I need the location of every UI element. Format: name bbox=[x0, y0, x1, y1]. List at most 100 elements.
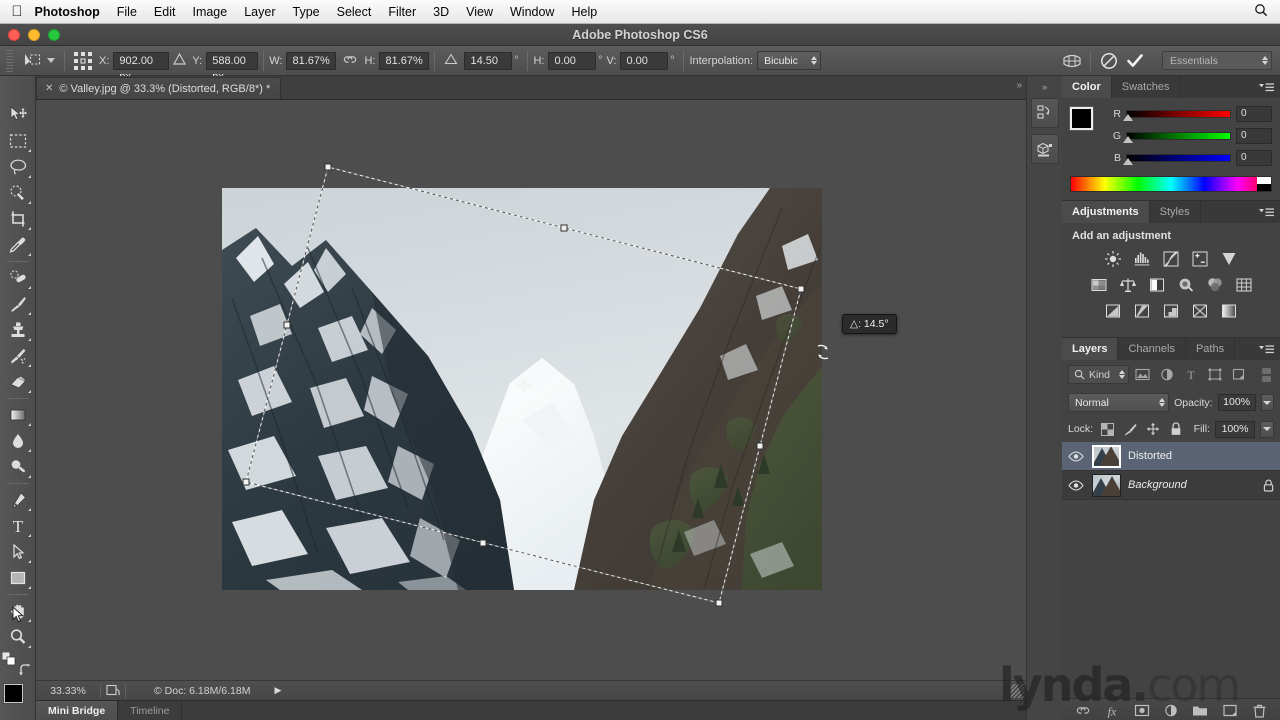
eraser-tool[interactable] bbox=[3, 369, 33, 395]
invert-icon[interactable] bbox=[1102, 301, 1124, 321]
quick-selection-tool[interactable] bbox=[3, 180, 33, 206]
blend-mode-select[interactable]: Normal bbox=[1068, 393, 1170, 412]
lock-image-icon[interactable] bbox=[1121, 420, 1139, 438]
reference-point-grid-icon[interactable] bbox=[72, 50, 94, 72]
layer-visibility-toggle-distorted[interactable] bbox=[1064, 450, 1088, 462]
menu-item-help[interactable]: Help bbox=[563, 0, 606, 24]
channel-mixer-icon[interactable] bbox=[1204, 275, 1226, 295]
history-panel-icon[interactable] bbox=[1030, 98, 1059, 128]
exposure-icon[interactable] bbox=[1189, 249, 1211, 269]
filter-type-icon[interactable]: T bbox=[1180, 365, 1201, 384]
tab-paths[interactable]: Paths bbox=[1186, 338, 1236, 360]
filter-smart-object-icon[interactable] bbox=[1228, 365, 1249, 384]
levels-icon[interactable] bbox=[1131, 249, 1153, 269]
resize-grip[interactable] bbox=[1010, 683, 1024, 698]
menu-item-edit[interactable]: Edit bbox=[145, 0, 184, 24]
curves-icon[interactable] bbox=[1160, 249, 1182, 269]
skew-v-input[interactable]: 0.00 bbox=[620, 51, 669, 70]
canvas-area[interactable]: △: 14.5° bbox=[36, 100, 1026, 680]
panel-menu-icon[interactable] bbox=[1259, 338, 1280, 360]
layer-name-background[interactable]: Background bbox=[1124, 479, 1256, 491]
tab-mini-bridge[interactable]: Mini Bridge bbox=[36, 700, 119, 720]
new-layer-icon[interactable] bbox=[1220, 701, 1240, 720]
fill-input[interactable]: 100% bbox=[1215, 420, 1255, 438]
clone-stamp-tool[interactable] bbox=[3, 317, 33, 343]
tab-swatches[interactable]: Swatches bbox=[1112, 76, 1181, 98]
transform-reference-point-icon[interactable] bbox=[516, 378, 532, 394]
skew-h-input[interactable]: 0.00 bbox=[548, 51, 597, 70]
x-input[interactable]: 902.00 px bbox=[113, 51, 170, 83]
opacity-dropdown-icon[interactable] bbox=[1260, 394, 1274, 411]
threshold-icon[interactable] bbox=[1160, 301, 1182, 321]
add-layer-mask-icon[interactable] bbox=[1132, 701, 1152, 720]
spot-healing-brush-tool[interactable] bbox=[3, 265, 33, 291]
color-lookup-icon[interactable] bbox=[1233, 275, 1255, 295]
vibrance-icon[interactable] bbox=[1218, 249, 1240, 269]
tab-styles[interactable]: Styles bbox=[1150, 201, 1201, 223]
new-adjustment-layer-icon[interactable] bbox=[1161, 701, 1181, 720]
link-chain-icon[interactable] bbox=[336, 54, 364, 68]
menu-item-file[interactable]: File bbox=[108, 0, 145, 24]
hue-saturation-icon[interactable] bbox=[1088, 275, 1110, 295]
panel-menu-icon[interactable] bbox=[1259, 201, 1280, 223]
zoom-level-input[interactable]: 33.33% bbox=[36, 685, 100, 697]
lock-all-icon[interactable] bbox=[1167, 420, 1185, 438]
relative-position-icon[interactable] bbox=[169, 52, 192, 68]
tab-layers[interactable]: Layers bbox=[1062, 338, 1119, 360]
double-chevron-right-icon[interactable]: » bbox=[1016, 80, 1022, 91]
workspace-select[interactable]: Essentials bbox=[1162, 51, 1272, 70]
layer-style-fx-icon[interactable]: fx bbox=[1102, 701, 1122, 720]
handle-middle-left[interactable] bbox=[283, 321, 291, 329]
layer-row-background[interactable]: Background bbox=[1062, 471, 1280, 500]
handle-top-left[interactable] bbox=[324, 163, 332, 171]
expand-arrow-icon[interactable]: ▶ bbox=[274, 685, 281, 696]
crop-tool[interactable] bbox=[3, 206, 33, 232]
menu-item-window[interactable]: Window bbox=[502, 0, 563, 24]
menu-item-view[interactable]: View bbox=[458, 0, 502, 24]
blur-tool[interactable] bbox=[3, 428, 33, 454]
handle-bottom-right[interactable] bbox=[715, 599, 723, 607]
path-selection-tool[interactable] bbox=[3, 539, 33, 565]
handle-bottom-center[interactable] bbox=[479, 539, 487, 547]
menu-item-3d[interactable]: 3D bbox=[425, 0, 458, 24]
tab-adjustments[interactable]: Adjustments bbox=[1062, 201, 1150, 223]
commit-transform-icon[interactable] bbox=[1122, 50, 1148, 72]
channel-input-b[interactable]: 0 bbox=[1236, 150, 1272, 166]
foreground-color-swatch[interactable] bbox=[3, 684, 23, 703]
menu-item-filter[interactable]: Filter bbox=[380, 0, 425, 24]
foreground-color-swatch-panel[interactable] bbox=[1069, 106, 1094, 131]
3d-panel-icon[interactable] bbox=[1030, 134, 1059, 164]
handle-top-center[interactable] bbox=[560, 224, 568, 232]
menu-item-photoshop[interactable]: Photoshop bbox=[26, 0, 108, 24]
menu-item-select[interactable]: Select bbox=[328, 0, 380, 24]
search-icon[interactable] bbox=[1254, 3, 1280, 20]
tab-channels[interactable]: Channels bbox=[1118, 338, 1186, 360]
default-colors-icon[interactable] bbox=[1, 651, 16, 671]
warp-mode-icon[interactable] bbox=[1059, 50, 1085, 72]
eyedropper-tool[interactable] bbox=[3, 232, 33, 258]
dodge-tool[interactable] bbox=[3, 454, 33, 480]
slider-track-r[interactable] bbox=[1123, 110, 1231, 121]
width-input[interactable]: 81.67% bbox=[286, 51, 337, 70]
menu-item-layer[interactable]: Layer bbox=[236, 0, 284, 24]
layer-filter-toggle[interactable] bbox=[1262, 365, 1274, 384]
handle-middle-right[interactable] bbox=[756, 442, 764, 450]
rectangular-marquee-tool[interactable] bbox=[3, 128, 33, 154]
photo-filter-icon[interactable] bbox=[1175, 275, 1197, 295]
layer-visibility-toggle-background[interactable] bbox=[1064, 479, 1088, 491]
rectangle-shape-tool[interactable] bbox=[3, 565, 33, 591]
menu-item-image[interactable]: Image bbox=[184, 0, 236, 24]
slider-track-g[interactable] bbox=[1123, 132, 1231, 143]
posterize-icon[interactable] bbox=[1131, 301, 1153, 321]
layer-thumbnail-distorted[interactable] bbox=[1088, 444, 1124, 468]
channel-input-r[interactable]: 0 bbox=[1236, 106, 1272, 122]
tab-timeline[interactable]: Timeline bbox=[118, 700, 183, 720]
rotation-angle-input[interactable]: 14.50 bbox=[464, 51, 513, 70]
gradient-tool[interactable] bbox=[3, 402, 33, 428]
cancel-transform-icon[interactable] bbox=[1096, 50, 1122, 72]
history-brush-tool[interactable] bbox=[3, 343, 33, 369]
opacity-input[interactable]: 100% bbox=[1217, 394, 1256, 411]
fill-dropdown-icon[interactable] bbox=[1260, 420, 1274, 438]
link-layers-icon[interactable] bbox=[1073, 701, 1093, 720]
tab-color[interactable]: Color bbox=[1062, 76, 1112, 98]
